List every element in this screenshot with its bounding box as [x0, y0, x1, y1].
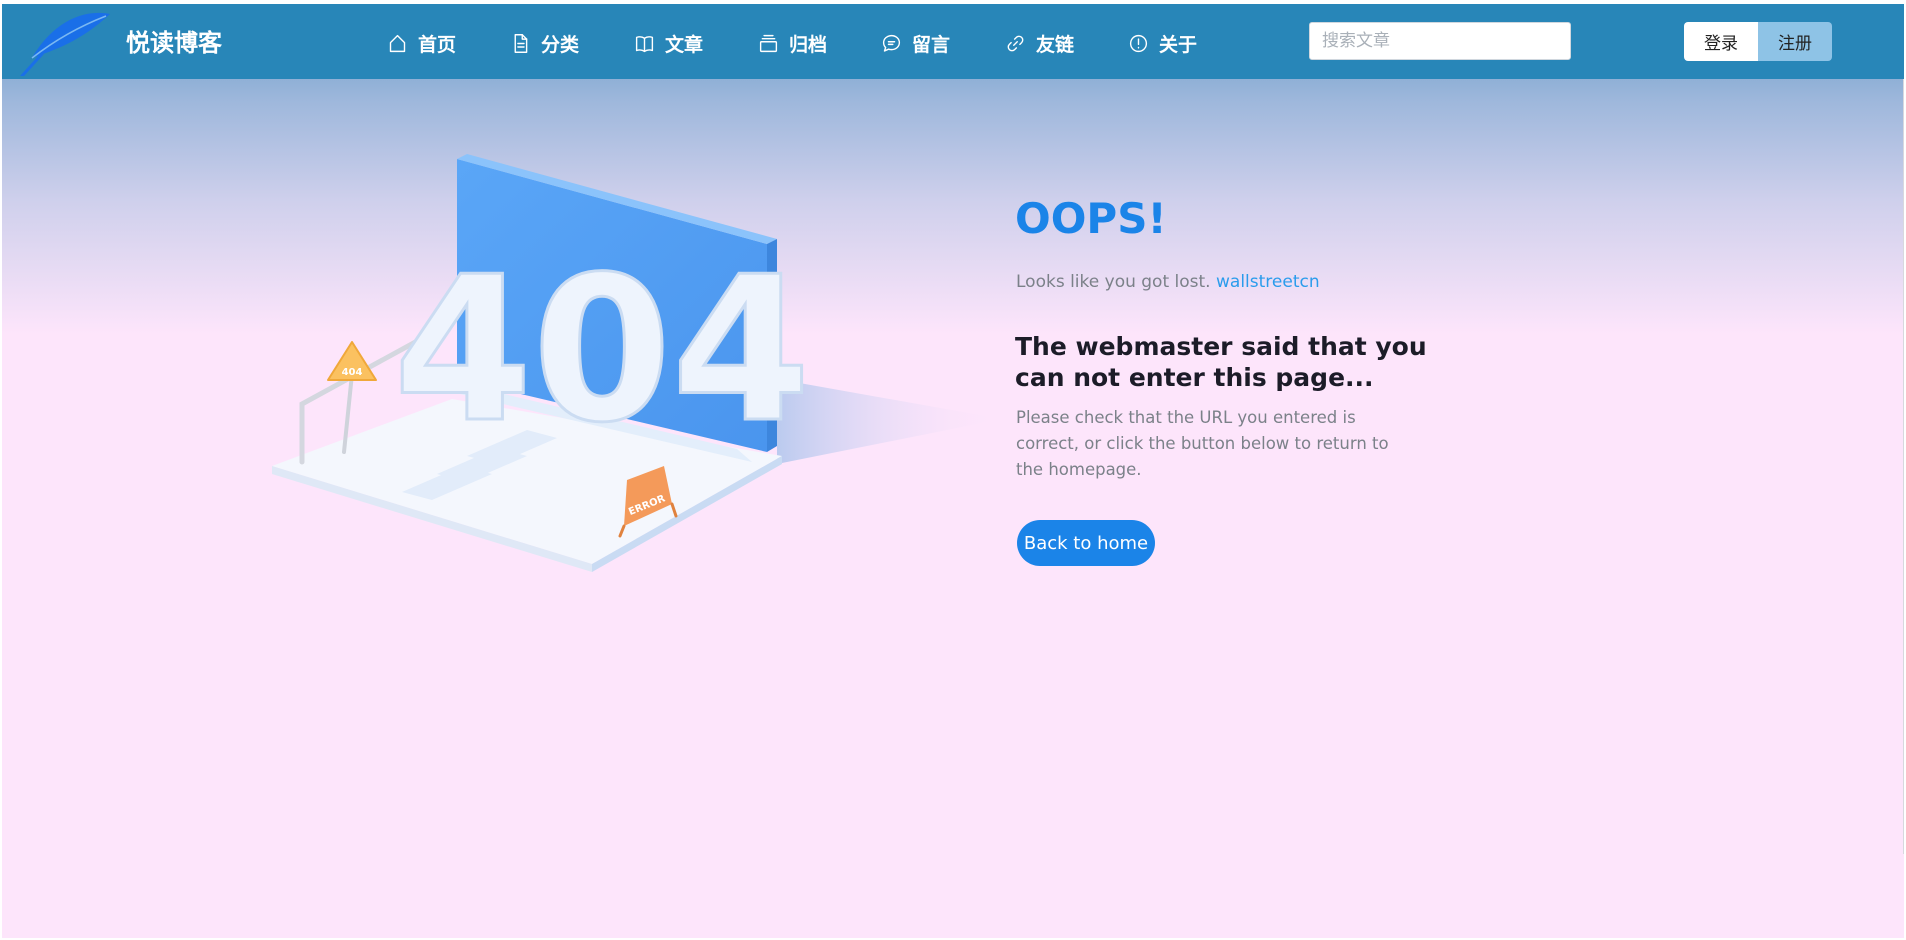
nav-archive[interactable]: 归档	[758, 30, 827, 56]
error-404-illustration: 404 404 ERROR	[272, 154, 1002, 572]
register-button[interactable]: 注册	[1758, 22, 1832, 61]
nav-archive-label: 归档	[789, 33, 828, 56]
sign-404-text: 404	[342, 367, 363, 378]
document-icon	[514, 33, 528, 53]
404-board: 404	[392, 154, 812, 469]
page-frame: 悦读博客 首页 分类 文章 归档 留言 友链 关于 搜索文章 登录 注册 404…	[2, 4, 1904, 938]
top-navbar: 悦读博客 首页 分类 文章 归档 留言 友链 关于 搜索文章 登录 注册	[2, 4, 1904, 79]
back-to-home-button[interactable]: Back to home	[1017, 520, 1155, 566]
archive-icon	[759, 34, 778, 52]
light-beam	[777, 379, 1002, 464]
book-icon	[635, 35, 654, 52]
error-headline: The webmaster said that you can not ente…	[1015, 332, 1427, 392]
home-icon	[389, 34, 406, 52]
feather-logo-icon[interactable]	[20, 4, 120, 76]
login-button[interactable]: 登录	[1684, 22, 1758, 61]
big-404-text: 404	[393, 234, 810, 467]
site-name[interactable]: 悦读博客	[126, 28, 222, 58]
auth-buttons: 登录 注册	[1684, 22, 1832, 61]
nav-friend-links-label: 友链	[1036, 33, 1075, 56]
nav-messages-label: 留言	[912, 33, 951, 56]
error-title: OOPS!	[1015, 194, 1167, 243]
scrollbar-track	[1903, 79, 1904, 854]
message-icon	[882, 34, 901, 52]
nav-home-label: 首页	[418, 33, 457, 56]
lost-text: Looks like you got lost.	[1016, 272, 1211, 292]
nav-category-label: 分类	[541, 33, 580, 56]
nav-articles-label: 文章	[665, 33, 704, 56]
link-icon	[1007, 35, 1024, 51]
nav-category[interactable]: 分类	[510, 30, 579, 56]
nav-friend-links[interactable]: 友链	[1005, 30, 1074, 56]
nav-about-label: 关于	[1159, 33, 1198, 56]
nav-messages[interactable]: 留言	[881, 30, 950, 56]
nav-articles[interactable]: 文章	[634, 30, 703, 56]
nav-home[interactable]: 首页	[387, 30, 456, 56]
lost-link[interactable]: wallstreetcn	[1216, 272, 1320, 292]
lost-line: Looks like you got lost. wallstreetcn	[1016, 270, 1320, 294]
nav-about[interactable]: 关于	[1128, 30, 1197, 56]
info-icon	[1129, 34, 1148, 52]
search-input[interactable]	[1309, 22, 1571, 60]
error-description: Please check that the URL you entered is…	[1016, 408, 1389, 479]
